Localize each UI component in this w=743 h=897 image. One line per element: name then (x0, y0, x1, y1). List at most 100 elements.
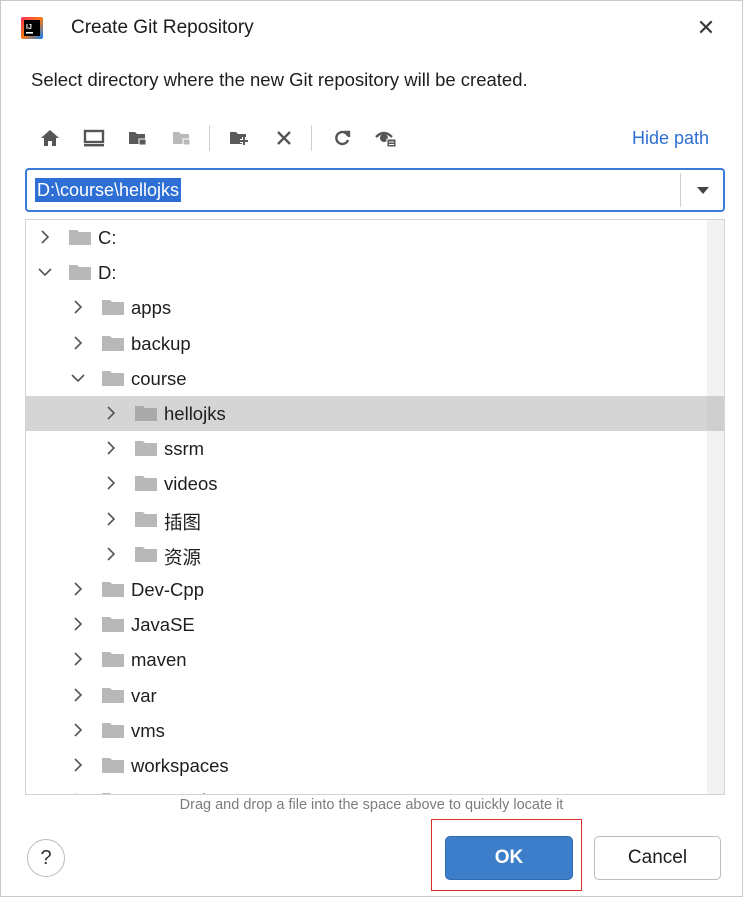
folder-icon (102, 722, 124, 738)
folder-icon (135, 441, 157, 457)
tree-row[interactable]: JavaSE (26, 607, 707, 642)
home-button[interactable] (35, 121, 65, 155)
show-hidden-button[interactable] (371, 121, 401, 155)
folder-icon (135, 511, 157, 527)
vertical-scrollbar[interactable] (707, 220, 724, 794)
chevron-right-icon[interactable] (69, 791, 87, 795)
desktop-button[interactable] (79, 121, 109, 155)
chevron-right-icon[interactable] (69, 615, 87, 633)
tree-row[interactable]: hellojks (26, 396, 707, 431)
svg-text:IJ: IJ (26, 24, 32, 31)
tree-row[interactable]: course (26, 361, 707, 396)
tree-row[interactable]: XmpCache (26, 783, 707, 795)
toolbar-separator (209, 125, 210, 151)
tree-row[interactable]: vms (26, 713, 707, 748)
tree-row-label: vms (131, 719, 165, 741)
path-dropdown-button[interactable] (687, 176, 719, 206)
folder-icon (135, 476, 157, 492)
tree-row[interactable]: var (26, 678, 707, 713)
chevron-right-icon[interactable] (69, 334, 87, 352)
folder-icon (102, 300, 124, 316)
chevron-right-icon[interactable] (102, 474, 120, 492)
tree-row[interactable]: backup (26, 326, 707, 361)
title-bar: IJ Create Git Repository ✕ (1, 1, 742, 57)
tree-row[interactable]: C: (26, 220, 707, 255)
scrollbar-thumb[interactable] (707, 396, 724, 431)
tree-row-label: workspaces (131, 755, 229, 776)
folder-icon (102, 687, 124, 703)
ok-button[interactable]: OK (445, 836, 573, 880)
tree-row-label: D: (98, 262, 117, 284)
folder-icon (69, 265, 91, 281)
create-git-repository-dialog: IJ Create Git Repository ✕ Select direct… (0, 0, 743, 897)
drag-drop-hint: Drag and drop a file into the space abov… (179, 797, 564, 813)
chevron-right-icon[interactable] (102, 439, 120, 457)
folder-icon (102, 793, 111, 794)
project-folder-button[interactable] (123, 121, 153, 155)
folder-icon (102, 335, 124, 351)
close-icon: ✕ (696, 15, 716, 40)
help-button[interactable]: ? (27, 839, 65, 877)
directory-tree[interactable]: XmpCache workspaces vms var maven JavaSE Dev-C… (25, 219, 725, 795)
folder-icon (102, 582, 124, 597)
module-folder-button[interactable] (167, 121, 197, 155)
tree-row-label: ssrm (164, 438, 205, 460)
tree-row-label: 资源 (164, 546, 202, 568)
home-icon (41, 130, 59, 146)
tree-row-label: XmpCache (131, 790, 223, 794)
folder-icon (102, 370, 124, 386)
tree-row-label: backup (131, 332, 191, 354)
tree-row-label: JavaSE (131, 614, 195, 636)
tree-row-label: apps (131, 297, 172, 319)
tree-row[interactable]: workspaces (26, 748, 707, 783)
chevron-right-icon[interactable] (69, 756, 87, 774)
hide-path-link[interactable]: Hide path (632, 128, 709, 149)
tree-row[interactable]: D: (26, 255, 707, 290)
project-folder-icon (129, 132, 147, 146)
dialog-title: Create Git Repository (71, 17, 254, 38)
folder-icon (102, 758, 124, 773)
module-folder-icon (173, 132, 191, 146)
chevron-right-icon[interactable] (102, 404, 120, 422)
new-folder-button[interactable] (225, 121, 255, 155)
tree-row[interactable]: apps (26, 290, 707, 325)
tree-row[interactable]: 插图 (26, 502, 707, 537)
tree-row[interactable]: ssrm (26, 431, 707, 466)
folder-icon (102, 617, 124, 633)
help-icon: ? (40, 846, 52, 869)
delete-button[interactable] (269, 121, 299, 155)
chevron-down-icon (697, 187, 709, 194)
chevron-right-icon[interactable] (69, 721, 87, 739)
delete-icon (277, 131, 291, 145)
chevron-right-icon[interactable] (69, 580, 87, 598)
show-hidden-icon (375, 131, 397, 148)
chevron-right-icon[interactable] (69, 298, 87, 316)
tree-row-label: 插图 (164, 511, 202, 533)
tree-row[interactable]: maven (26, 642, 707, 677)
chevron-right-icon[interactable] (36, 228, 54, 246)
folder-icon (135, 406, 157, 421)
tree-row-label: maven (131, 649, 187, 671)
path-input[interactable]: D:\course\hellojks (35, 178, 182, 202)
folder-icon (102, 652, 124, 668)
refresh-icon (335, 130, 351, 146)
tree-row[interactable]: videos (26, 466, 707, 501)
tree-row-label: C: (98, 227, 117, 248)
tree-row[interactable]: 资源 (26, 537, 707, 572)
cancel-button[interactable]: Cancel (594, 836, 721, 880)
dialog-description: Select directory where the new Git repos… (31, 69, 528, 90)
refresh-button[interactable] (327, 121, 357, 155)
chevron-right-icon[interactable] (102, 510, 120, 528)
chevron-down-icon[interactable] (69, 369, 87, 387)
chevron-right-icon[interactable] (102, 545, 120, 563)
new-folder-icon (230, 132, 248, 145)
tree-row[interactable]: Dev-Cpp (26, 572, 707, 607)
chevron-down-icon[interactable] (36, 263, 54, 281)
close-button[interactable]: ✕ (691, 13, 721, 43)
toolbar-separator (311, 125, 312, 151)
path-combobox[interactable]: D:\course\hellojks (25, 168, 725, 212)
folder-icon (69, 230, 91, 245)
tree-row-label: hellojks (164, 403, 226, 424)
chevron-right-icon[interactable] (69, 686, 87, 704)
chevron-right-icon[interactable] (69, 650, 87, 668)
